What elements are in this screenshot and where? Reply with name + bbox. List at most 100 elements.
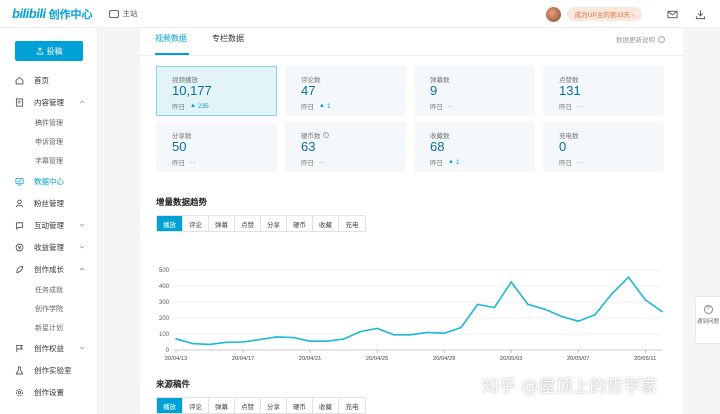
stat-card-favorites[interactable]: 收藏数 68 昨日 ▲ 1 [414, 122, 535, 172]
rights-icon [15, 344, 24, 353]
data-point [326, 340, 328, 342]
sidebar-item-label: 粉丝管理 [34, 198, 64, 208]
source-tab-danmaku[interactable]: 弹幕 [209, 398, 235, 413]
chevron-up-icon [79, 267, 85, 271]
main-panel: 视频数据 专栏数据 数据更新说明 ? 视频播放 10,177 昨日 ▲ 235 评论… [140, 28, 683, 414]
sidebar-item-home[interactable]: 首页 [0, 69, 97, 91]
mail-icon[interactable] [658, 9, 686, 20]
source-tab-comments[interactable]: 评论 [183, 398, 209, 413]
growth-icon [15, 265, 24, 274]
data-point [342, 338, 345, 340]
source-tab-likes[interactable]: 点赞 [235, 398, 261, 413]
data-point [627, 276, 630, 278]
sidebar-item-fans[interactable]: 粉丝管理 [0, 192, 97, 214]
stat-card-shares[interactable]: 分享数 50 昨日 -- [156, 122, 277, 172]
stat-card-plays[interactable]: 视频播放 10,177 昨日 ▲ 235 [156, 66, 277, 116]
sidebar-subitem-manuscripts[interactable]: 稿件管理 [0, 113, 97, 132]
sidebar-subitem-achievements[interactable]: 任务成就 [0, 280, 97, 299]
stat-yesterday: 昨日 ▲ 235 [172, 101, 209, 112]
sidebar-item-income[interactable]: 收益管理 [0, 236, 97, 258]
stat-card-danmaku[interactable]: 弹幕数 9 昨日 -- [414, 66, 535, 116]
sidebar-item-content[interactable]: 内容管理 [0, 91, 97, 113]
stat-value: 131 [559, 83, 581, 98]
sidebar-item-rights[interactable]: 创作权益 [0, 337, 97, 359]
watermark: 知乎 @屋顶上的哲学家 [482, 377, 658, 397]
stat-delta: -- [577, 158, 584, 166]
sidebar-subitem-appeals[interactable]: 申诉管理 [0, 132, 97, 151]
sidebar-item-settings[interactable]: 创作设置 [0, 381, 97, 403]
stat-card-likes[interactable]: 点赞数 131 昨日 -- [543, 66, 664, 116]
metric-tab-comments[interactable]: 评论 [183, 216, 209, 231]
home-link[interactable]: 主站 [108, 8, 138, 19]
question-icon[interactable]: ? [322, 132, 329, 138]
data-point [409, 334, 412, 336]
yesterday-label: 昨日 [172, 104, 185, 111]
data-point [191, 342, 194, 345]
sidebar-item-lab[interactable]: 创作实验室 [0, 359, 97, 381]
help-float-button[interactable]: ? 遇到问题 [695, 296, 720, 344]
chevron-down-icon [79, 346, 85, 350]
help-float-label: 遇到问题 [696, 319, 719, 325]
sidebar-item-growth[interactable]: 创作成长 [0, 258, 97, 280]
stat-yesterday: 昨日 -- [430, 101, 455, 112]
tab-video-data[interactable]: 视频数据 [155, 28, 187, 56]
metric-tab-coins[interactable]: 硬币 [287, 216, 313, 231]
sidebar-subitem-subtitles[interactable]: 字幕管理 [0, 151, 97, 170]
data-point [426, 331, 429, 334]
stat-value: 0 [559, 139, 567, 154]
source-tab-charge[interactable]: 充电 [339, 398, 365, 413]
data-update-help[interactable]: 数据更新说明 ? [616, 34, 665, 44]
data-point [577, 320, 580, 322]
post-button[interactable]: 投稿 [15, 41, 83, 61]
data-point [309, 340, 311, 342]
stat-delta: -- [577, 102, 584, 110]
avatar[interactable] [545, 6, 561, 22]
stat-value: 10,177 [172, 83, 212, 98]
metric-tab-favorites[interactable]: 收藏 [313, 216, 339, 231]
up-days-badge[interactable]: 成为UP主的第33天 › [566, 7, 642, 21]
question-icon: ? [703, 305, 713, 314]
sidebar-subitem-newstar[interactable]: 新星计划 [0, 318, 97, 337]
stat-value: 47 [301, 83, 316, 98]
sidebar-subitem-academy[interactable]: 创作学院 [0, 299, 97, 318]
source-tab-shares[interactable]: 分享 [261, 398, 287, 413]
data-point [560, 315, 563, 318]
sidebar-item-label: 首页 [34, 75, 49, 85]
metric-tab-likes[interactable]: 点赞 [235, 216, 261, 231]
x-tick-label: 20/04/29 [433, 356, 456, 362]
metric-tab-plays[interactable]: 播放 [157, 216, 183, 231]
data-point [527, 303, 529, 306]
download-icon[interactable] [686, 9, 714, 20]
chevron-down-icon [79, 245, 85, 249]
upload-icon [36, 47, 43, 55]
data-tabs: 视频数据 专栏数据 数据更新说明 ? [140, 28, 683, 56]
x-tick-label: 20/04/17 [232, 356, 255, 362]
stat-card-charge[interactable]: 充电数 0 昨日 -- [543, 122, 664, 172]
data-point [460, 326, 462, 329]
yesterday-label: 昨日 [301, 160, 314, 167]
tv-icon [108, 9, 119, 18]
yesterday-label: 昨日 [430, 160, 443, 167]
metric-tab-danmaku[interactable]: 弹幕 [209, 216, 235, 231]
yesterday-label: 昨日 [559, 104, 572, 111]
sidebar-item-label: 创作权益 [34, 343, 64, 353]
tab-column-data[interactable]: 专栏数据 [212, 28, 244, 56]
sidebar-item-data-center[interactable]: 数据中心 [0, 170, 97, 192]
source-tab-plays[interactable]: 播放 [157, 398, 183, 413]
source-tab-coins[interactable]: 硬币 [287, 398, 313, 413]
source-tab-favorites[interactable]: 收藏 [313, 398, 339, 413]
logo[interactable]: bilibili 创作中心 [12, 6, 93, 22]
metric-tab-shares[interactable]: 分享 [261, 216, 287, 231]
logo-title: 创作中心 [48, 8, 93, 21]
x-tick-label: 20/04/13 [165, 356, 188, 362]
x-tick-label: 20/04/21 [299, 356, 322, 362]
yesterday-label: 昨日 [301, 104, 314, 111]
stat-card-comments[interactable]: 评论数 47 昨日 ▲ 1 [285, 66, 406, 116]
y-tick-label: 0 [166, 348, 170, 354]
stat-card-coins[interactable]: 硬币数? 63 昨日 -- [285, 122, 406, 172]
metric-tab-charge[interactable]: 充电 [339, 216, 365, 231]
stat-delta: -- [448, 102, 455, 110]
sidebar-item-interact[interactable]: 互动管理 [0, 214, 97, 236]
yesterday-label: 昨日 [559, 160, 572, 167]
data-icon [15, 177, 24, 186]
